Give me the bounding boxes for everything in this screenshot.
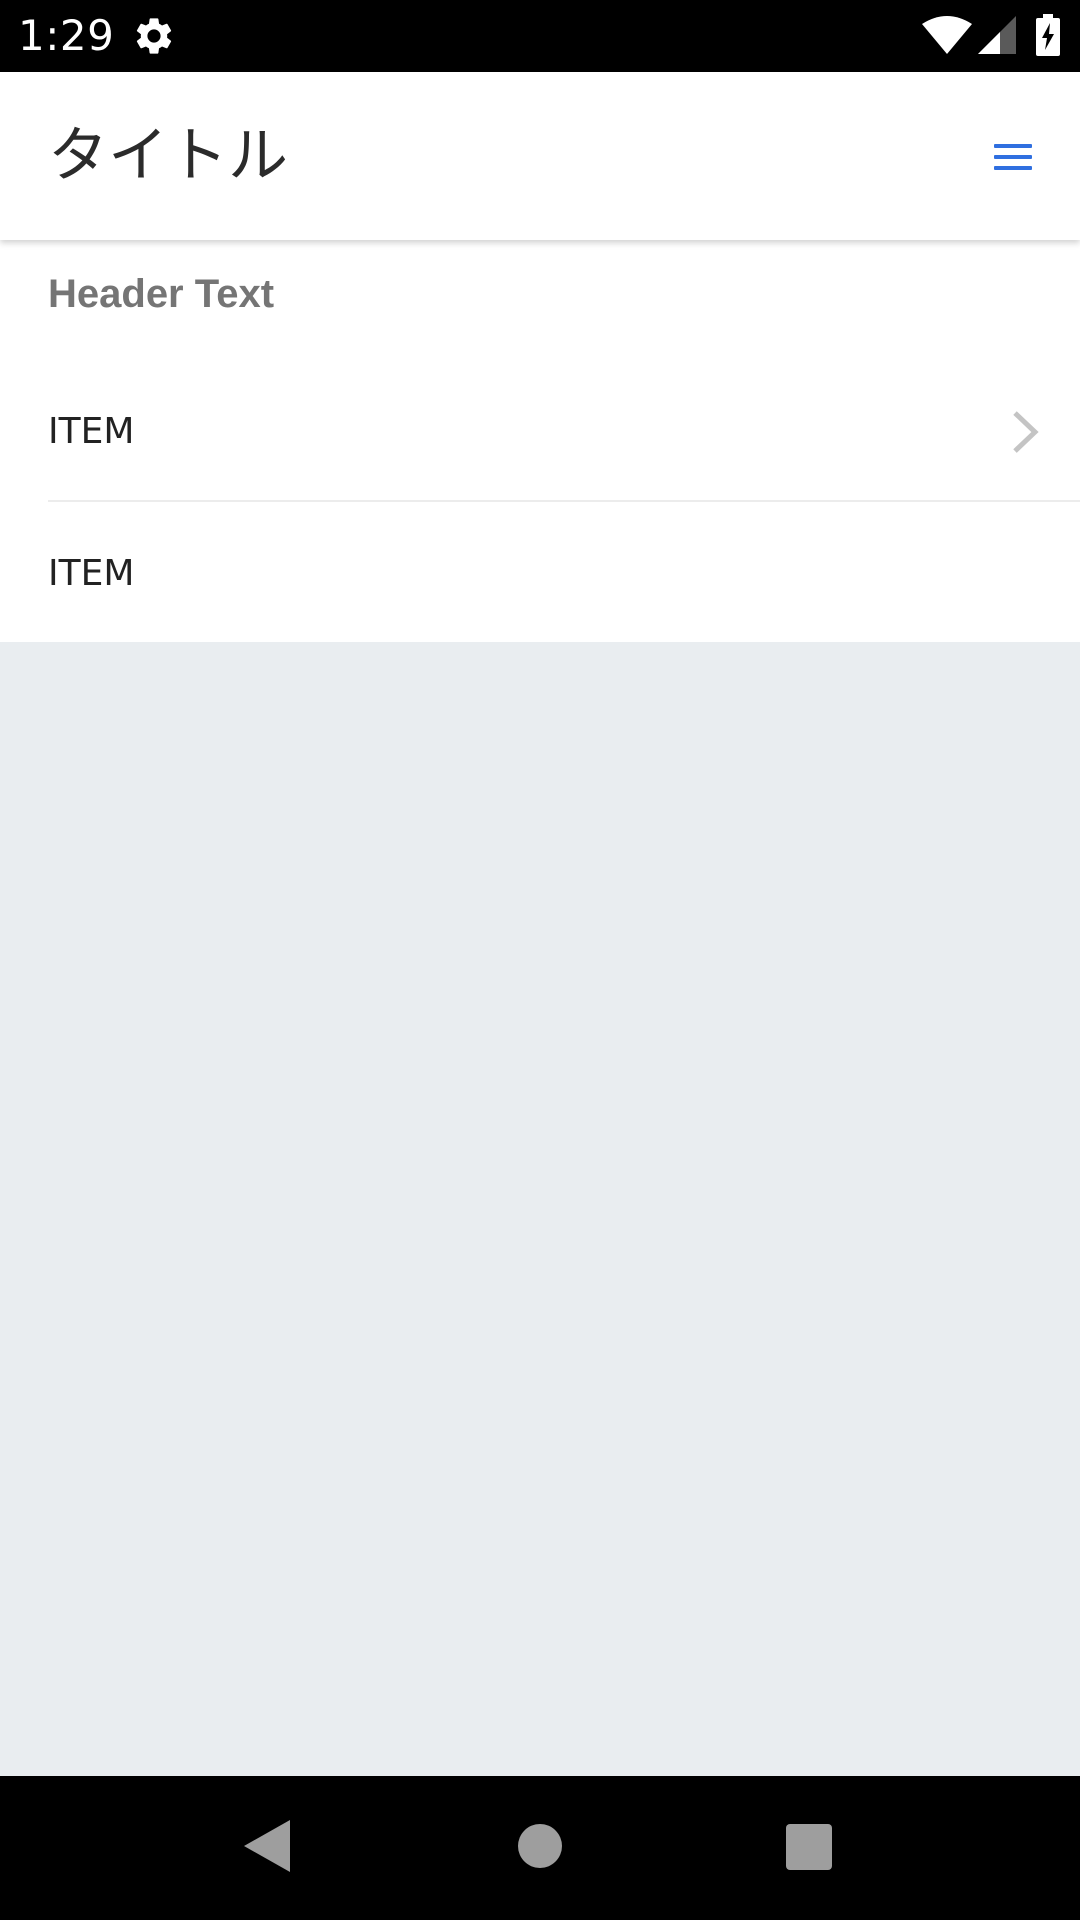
- section-header: Header Text: [48, 272, 275, 316]
- battery-charging-icon: [1036, 14, 1060, 56]
- list-item[interactable]: ITEM: [0, 504, 1080, 644]
- chevron-right-icon: [1010, 410, 1040, 454]
- recents-icon[interactable]: [786, 1824, 832, 1870]
- status-bar: 1:29: [0, 0, 1080, 72]
- back-icon[interactable]: [244, 1820, 290, 1872]
- home-icon[interactable]: [518, 1824, 562, 1868]
- app-bar: タイトル: [0, 72, 1080, 240]
- empty-background: [0, 642, 1080, 1776]
- signal-icon: [978, 16, 1016, 54]
- list-item[interactable]: ITEM: [0, 362, 1080, 502]
- wifi-icon: [922, 16, 972, 54]
- page-title: タイトル: [48, 121, 288, 191]
- divider: [48, 500, 1080, 502]
- menu-line: [994, 155, 1032, 159]
- list-item-label: ITEM: [48, 553, 135, 594]
- hamburger-menu-icon[interactable]: [994, 142, 1034, 172]
- content-list: Header Text ITEM ITEM: [0, 240, 1080, 642]
- navigation-bar: [0, 1776, 1080, 1920]
- list-item-label: ITEM: [48, 411, 135, 452]
- menu-line: [994, 144, 1032, 148]
- status-time: 1:29: [18, 11, 115, 60]
- menu-line: [994, 166, 1032, 170]
- settings-icon: [132, 14, 176, 58]
